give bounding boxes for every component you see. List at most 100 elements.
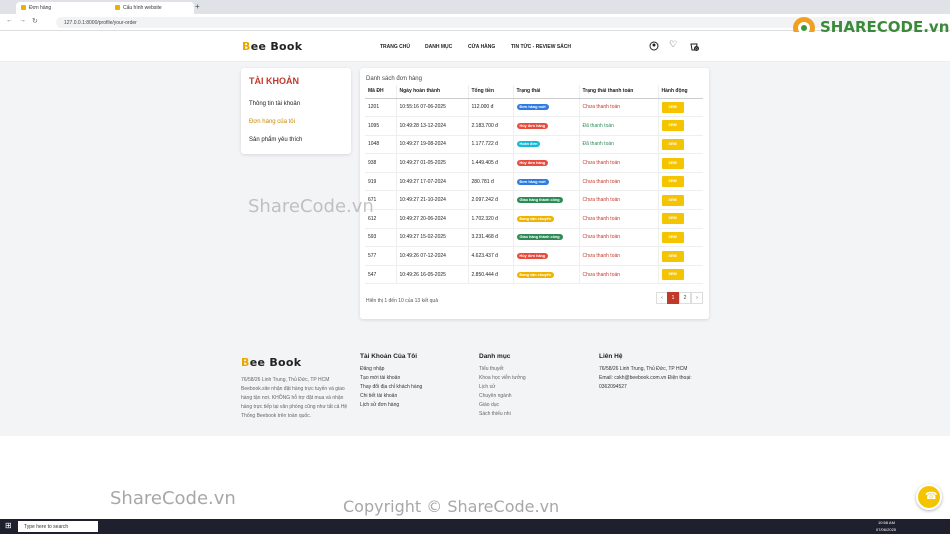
footer-link-account-detail[interactable]: Chi tiết tài khoản xyxy=(360,392,422,401)
tab-label: Cấu hình website xyxy=(123,5,162,11)
forward-icon[interactable]: → xyxy=(19,17,26,24)
action-cell: XEM xyxy=(657,228,703,248)
footer-about: 76/58/26 Linh Trung, Thủ Đức, TP HCM Bee… xyxy=(241,377,348,419)
account-sidebar: TÀI KHOẢN Thông tin tài khoản Đơn hàng c… xyxy=(241,68,351,154)
order-status-cell: Hủy đơn hàng xyxy=(512,116,579,136)
view-order-button[interactable]: XEM xyxy=(661,176,684,188)
order-status-cell: Giao hàng thành công xyxy=(512,228,579,248)
status-badge: Giao hàng thành công xyxy=(516,197,563,204)
table-row: 671 10:49:27 21-10-2024 2.097.242 đ Giao hà… xyxy=(365,190,703,211)
footer-category-links: Tiểu thuyết Khoa học viễn tưởng Lịch sử … xyxy=(479,365,526,419)
view-order-button[interactable]: XEM xyxy=(661,269,684,281)
view-order-button[interactable]: XEM xyxy=(661,120,684,132)
action-cell: XEM xyxy=(657,116,703,136)
action-cell: XEM xyxy=(657,153,703,173)
table-row: 1048 10:49:27 19-08-2024 1.177.722 đ Hoàn đ… xyxy=(365,135,703,155)
footer-cat-novel[interactable]: Tiểu thuyết xyxy=(479,365,526,374)
pagination-page-1[interactable]: 1 xyxy=(667,292,679,304)
taskbar-search-input[interactable]: Type here to search xyxy=(18,521,98,532)
cart-count-badge: 0 xyxy=(694,46,699,51)
new-tab-icon[interactable]: + xyxy=(195,2,200,11)
browser-tab-config[interactable]: Cấu hình website xyxy=(110,2,190,14)
footer-cat-education[interactable]: Giáo dục xyxy=(479,401,526,410)
menu-store[interactable]: CỬA HÀNG xyxy=(468,44,495,50)
site-logo[interactable]: Bee Book xyxy=(242,40,302,53)
action-cell: XEM xyxy=(657,135,703,155)
order-total: 2.097.242 đ xyxy=(467,190,513,211)
status-badge: Hủy đơn hàng xyxy=(516,160,549,167)
payment-status: Chưa thanh toán xyxy=(578,190,658,211)
footer-cat-history[interactable]: Lịch sử xyxy=(479,383,526,392)
taskbar-time: 10:58 AM xyxy=(878,520,895,525)
site-header: Bee Book TRANG CHỦ DANH MỤC CỬA HÀNG TIN… xyxy=(0,32,950,62)
order-total: 2.183.700 đ xyxy=(467,116,513,136)
order-date: 10:49:27 19-08-2024 xyxy=(395,135,468,155)
pagination-page-2[interactable]: 2 xyxy=(679,292,691,304)
order-status-cell: Hoàn đơn xyxy=(512,135,579,155)
payment-status: Chưa thanh toán xyxy=(578,153,658,173)
heart-icon[interactable]: ♡ xyxy=(669,39,677,50)
view-order-button[interactable]: XEM xyxy=(661,250,684,262)
order-total: 1.702.320 đ xyxy=(467,209,513,229)
reload-icon[interactable]: ↻ xyxy=(32,17,38,25)
footer-link-order-history[interactable]: Lịch sử đơn hàng xyxy=(360,401,422,410)
view-order-button[interactable]: XEM xyxy=(661,101,684,113)
logo-prefix: B xyxy=(241,356,250,369)
orders-card: Danh sách đơn hàng Mã ĐH Ngày hoàn thành… xyxy=(360,68,709,319)
order-status-cell: Đơn hàng mới xyxy=(512,172,579,192)
footer-link-login[interactable]: Đăng nhập xyxy=(360,365,422,374)
view-order-button[interactable]: XEM xyxy=(661,194,684,206)
action-cell: XEM xyxy=(657,98,703,118)
footer-cat-specialized[interactable]: Chuyên ngành xyxy=(479,392,526,401)
sidebar-item-account-info[interactable]: Thông tin tài khoản xyxy=(249,101,300,107)
order-date: 10:55:16 07-06-2025 xyxy=(395,98,468,118)
action-cell: XEM xyxy=(657,265,703,285)
order-date: 10:49:27 17-07-2024 xyxy=(395,172,468,192)
col-status: Trạng thái xyxy=(512,85,579,99)
view-order-button[interactable]: XEM xyxy=(661,231,684,243)
favicon-icon xyxy=(115,5,120,10)
url-input[interactable]: 127.0.0.1:8000/profile/your-order xyxy=(56,17,876,28)
view-order-button[interactable]: XEM xyxy=(661,213,684,225)
sidebar-item-wishlist[interactable]: Sản phẩm yêu thích xyxy=(249,137,302,143)
order-id: 919 xyxy=(365,172,396,192)
windows-start-icon[interactable]: ⊞ xyxy=(5,521,12,530)
footer-link-register[interactable]: Tạo mới tài khoản xyxy=(360,374,422,383)
chat-widget-button[interactable]: ☎ xyxy=(916,484,942,510)
status-badge: Đơn hàng mới xyxy=(516,178,549,185)
footer-cat-children[interactable]: Sách thiếu nhi xyxy=(479,410,526,419)
account-title: TÀI KHOẢN xyxy=(249,76,299,86)
order-date: 10:49:26 16-05-2025 xyxy=(395,265,468,285)
watermark-bottom-left: ShareCode.vn xyxy=(110,488,236,509)
order-total: 3.231.468 đ xyxy=(467,228,513,248)
footer-cat-scifi[interactable]: Khoa học viễn tưởng xyxy=(479,374,526,383)
footer-contact: 76/58/26 Linh Trung, Thủ Đức, TP HCM Ema… xyxy=(599,365,711,392)
footer-link-address[interactable]: Thay đổi địa chỉ khách hàng xyxy=(360,383,422,392)
menu-home[interactable]: TRANG CHỦ xyxy=(380,44,410,50)
footer-account-title: Tài Khoản Của Tôi xyxy=(360,353,418,360)
site-footer: Bee Book 76/58/26 Linh Trung, Thủ Đức, T… xyxy=(0,336,950,436)
orders-table: Mã ĐH Ngày hoàn thành Tổng tiền Trạng th… xyxy=(365,85,703,285)
back-icon[interactable]: ← xyxy=(6,17,13,24)
table-row: 1095 10:49:28 13-12-2024 2.183.700 đ Hủy đơ… xyxy=(365,116,703,136)
view-order-button[interactable]: XEM xyxy=(661,138,684,150)
order-date: 10:49:26 07-12-2024 xyxy=(395,246,468,266)
order-status-cell: Giao hàng thành công xyxy=(512,190,579,211)
table-row: 919 10:49:27 17-07-2024 280.781 đ Đơn hàng … xyxy=(365,172,703,192)
footer-logo: Bee Book xyxy=(241,356,301,369)
chat-icon: ☎ xyxy=(925,491,938,502)
table-row: 1201 10:55:16 07-06-2025 112.000 đ Đơn hàng… xyxy=(365,98,703,118)
menu-categories[interactable]: DANH MỤC xyxy=(425,44,452,50)
user-icon[interactable] xyxy=(649,41,659,51)
sidebar-item-my-orders[interactable]: Đơn hàng của tôi xyxy=(249,119,295,125)
menu-news[interactable]: TIN TỨC - REVIEW SÁCH xyxy=(511,44,571,50)
view-order-button[interactable]: XEM xyxy=(661,157,684,169)
logo-text: ee Book xyxy=(250,40,303,53)
table-header-row: Mã ĐH Ngày hoàn thành Tổng tiền Trạng th… xyxy=(365,85,703,99)
order-date: 10:49:27 15-02-2025 xyxy=(395,228,468,248)
order-id: 1201 xyxy=(365,98,396,118)
order-status-cell: Đang vận chuyển xyxy=(512,209,579,229)
status-badge: Hủy đơn hàng xyxy=(516,253,549,260)
order-date: 10:49:27 01-05-2025 xyxy=(395,153,468,173)
pagination-next[interactable]: › xyxy=(691,292,703,304)
